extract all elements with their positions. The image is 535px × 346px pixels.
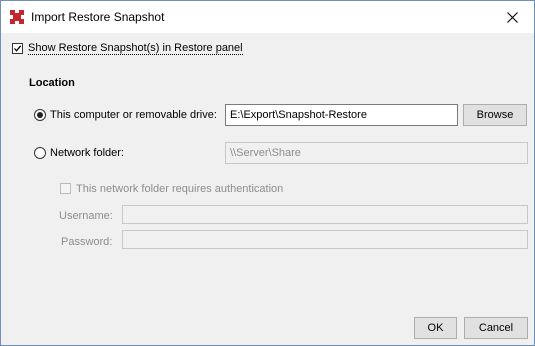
title-bar[interactable]: Import Restore Snapshot — [1, 1, 534, 33]
network-folder-radio[interactable] — [34, 147, 46, 159]
cancel-button[interactable]: Cancel — [464, 317, 528, 339]
radio-selected-dot — [37, 112, 43, 118]
local-path-input[interactable]: E:\Export\Snapshot-Restore — [225, 104, 458, 126]
show-in-restore-panel-checkbox[interactable] — [12, 43, 23, 54]
requires-authentication-checkbox[interactable] — [60, 183, 71, 194]
password-label: Password: — [61, 236, 113, 248]
username-input[interactable] — [122, 205, 528, 224]
checkmark-icon — [14, 45, 22, 52]
network-path-input[interactable]: \\Server\Share — [225, 142, 528, 164]
show-in-restore-panel-label[interactable]: Show Restore Snapshot(s) in Restore pane… — [28, 42, 243, 55]
window-title: Import Restore Snapshot — [31, 10, 165, 24]
network-folder-label[interactable]: Network folder: — [50, 147, 124, 159]
ok-button[interactable]: OK — [414, 317, 457, 339]
local-drive-label[interactable]: This computer or removable drive: — [50, 109, 217, 121]
import-restore-snapshot-dialog: Import Restore Snapshot Show Restore Sna… — [0, 0, 535, 346]
close-icon — [506, 11, 518, 23]
password-input[interactable] — [122, 230, 528, 249]
close-button[interactable] — [490, 1, 534, 33]
location-heading: Location — [29, 77, 75, 89]
browse-button[interactable]: Browse — [463, 104, 527, 126]
redgate-app-icon — [10, 10, 24, 24]
username-label: Username: — [59, 210, 113, 222]
requires-authentication-label[interactable]: This network folder requires authenticat… — [76, 183, 283, 195]
local-drive-radio[interactable] — [34, 109, 46, 121]
